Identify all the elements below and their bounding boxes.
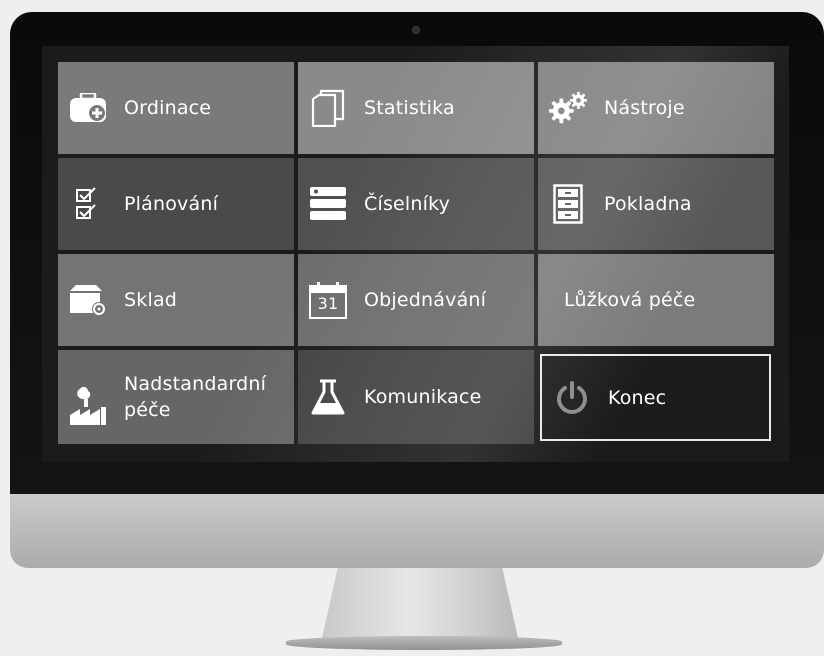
tile-pokladna[interactable]: Pokladna [538,158,774,250]
monitor-stand-base [286,636,562,650]
tile-label: Nadstandardní péče [124,373,267,421]
monitor-stand [322,568,518,638]
monitor-chin [10,494,824,568]
tile-nastroje[interactable]: Nástroje [538,62,774,154]
app-screen: Ordinace Statistika Nástroje Plánování Č… [42,46,789,462]
tile-label: Plánování [124,193,219,215]
calendar-day: 31 [317,294,339,313]
warehouse-box-icon [68,280,108,320]
tile-objednavani[interactable]: 31 Objednávání [298,254,534,346]
tile-label: Konec [608,386,667,409]
documents-icon [308,88,348,128]
tile-luzkova-pece[interactable]: Lůžková péče [538,254,774,346]
gears-icon [548,88,588,128]
tile-ordinace[interactable]: Ordinace [58,62,294,154]
tile-label: Sklad [124,289,178,311]
tile-sklad[interactable]: Sklad [58,254,294,346]
tile-planovani[interactable]: Plánování [58,158,294,250]
flask-icon [308,377,348,417]
tile-statistika[interactable]: Statistika [298,62,534,154]
tile-label: Statistika [364,97,455,119]
tile-label: Nástroje [604,97,685,119]
calendar-icon: 31 [308,280,348,320]
tile-nadstandardni-pece[interactable]: Nadstandardní péče [58,350,294,444]
tile-label: Ordinace [124,97,212,119]
power-icon [552,378,592,418]
tile-ciselniky[interactable]: Číselníky [298,158,534,250]
tile-label: Číselníky [364,193,451,215]
webcam [412,26,420,34]
tile-label: Objednávání [364,289,487,311]
tile-label: Pokladna [604,193,692,215]
factory-icon [68,386,108,426]
cabinet-icon [548,184,588,224]
tile-label: Lůžková péče [564,289,696,311]
tile-komunikace[interactable]: Komunikace [298,350,534,444]
checklist-icon [68,184,108,224]
server-list-icon [308,184,348,224]
tile-label: Komunikace [364,386,482,408]
tile-konec[interactable]: Konec [540,354,771,441]
medical-case-icon [68,88,108,128]
